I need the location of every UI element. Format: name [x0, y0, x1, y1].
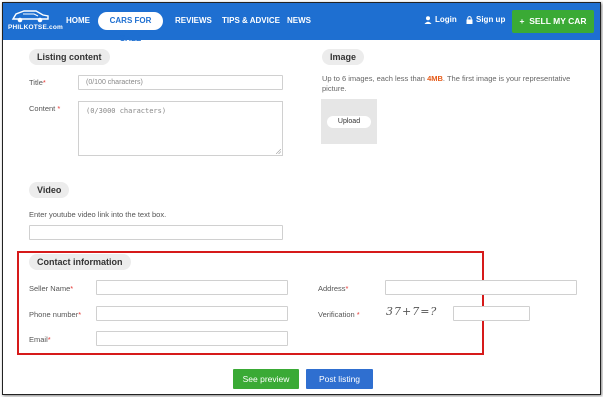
- resize-handle-icon[interactable]: [276, 149, 281, 154]
- content-textarea[interactable]: (0/3000 characters): [78, 101, 283, 156]
- video-section-title: Video: [29, 182, 70, 198]
- car-logo-icon: [11, 10, 49, 23]
- login-link[interactable]: Login: [424, 15, 457, 24]
- required-mark: *: [356, 310, 360, 319]
- email-label: Email*: [29, 335, 51, 344]
- site-logo[interactable]: PHILKOTSE.com: [8, 8, 63, 36]
- signup-link[interactable]: Sign up: [466, 15, 505, 24]
- login-label: Login: [435, 15, 457, 24]
- required-mark: *: [47, 335, 51, 344]
- image-section-title: Image: [322, 49, 365, 65]
- verification-label: Verification *: [318, 310, 360, 319]
- captcha-image: 37+7=?: [386, 305, 438, 318]
- video-description: Enter youtube video link into the text b…: [29, 210, 167, 219]
- email-input[interactable]: [96, 331, 288, 346]
- required-mark: *: [78, 310, 82, 319]
- sell-label: SELL MY CAR: [529, 16, 587, 26]
- lock-icon: [466, 15, 473, 24]
- logo-text: PHILKOTSE.com: [8, 24, 63, 31]
- sell-my-car-button[interactable]: + SELL MY CAR: [512, 10, 594, 33]
- required-mark: *: [57, 104, 61, 113]
- browser-frame: PHILKOTSE.com HOME CARS FOR SALE REVIEWS…: [2, 2, 601, 395]
- image-upload-area[interactable]: Upload: [321, 99, 377, 144]
- nav-tips-advice[interactable]: TIPS & ADVICE: [222, 16, 280, 25]
- see-preview-button[interactable]: See preview: [233, 369, 299, 389]
- top-nav: PHILKOTSE.com HOME CARS FOR SALE REVIEWS…: [3, 3, 600, 43]
- nav-news[interactable]: NEWS: [287, 16, 311, 25]
- content-placeholder: (0/3000 characters): [86, 107, 167, 115]
- listing-section-title: Listing content: [29, 49, 110, 65]
- content-label: Content *: [29, 104, 61, 113]
- post-listing-button[interactable]: Post listing: [306, 369, 373, 389]
- seller-name-label: Seller Name*: [29, 284, 74, 293]
- user-icon: [424, 15, 432, 24]
- address-input[interactable]: [385, 280, 577, 295]
- phone-label: Phone number*: [29, 310, 82, 319]
- upload-button[interactable]: Upload: [327, 116, 371, 128]
- image-description: Up to 6 images, each less than 4MB. The …: [322, 74, 571, 93]
- seller-name-input[interactable]: [96, 280, 288, 295]
- plus-icon: +: [519, 16, 525, 26]
- nav-cars-for-sale[interactable]: CARS FOR SALE: [98, 12, 163, 43]
- nav-reviews[interactable]: REVIEWS: [175, 16, 212, 25]
- title-input[interactable]: (0/100 characters): [78, 75, 283, 90]
- required-mark: *: [42, 78, 46, 87]
- phone-input[interactable]: [96, 306, 288, 321]
- required-mark: *: [345, 284, 349, 293]
- verification-input[interactable]: [453, 306, 530, 321]
- required-mark: *: [70, 284, 74, 293]
- video-link-input[interactable]: [29, 225, 283, 240]
- nav-home[interactable]: HOME: [66, 16, 90, 25]
- address-label: Address*: [318, 284, 349, 293]
- title-label: Title*: [29, 78, 46, 87]
- signup-label: Sign up: [476, 15, 506, 24]
- contact-section-title: Contact information: [29, 254, 131, 270]
